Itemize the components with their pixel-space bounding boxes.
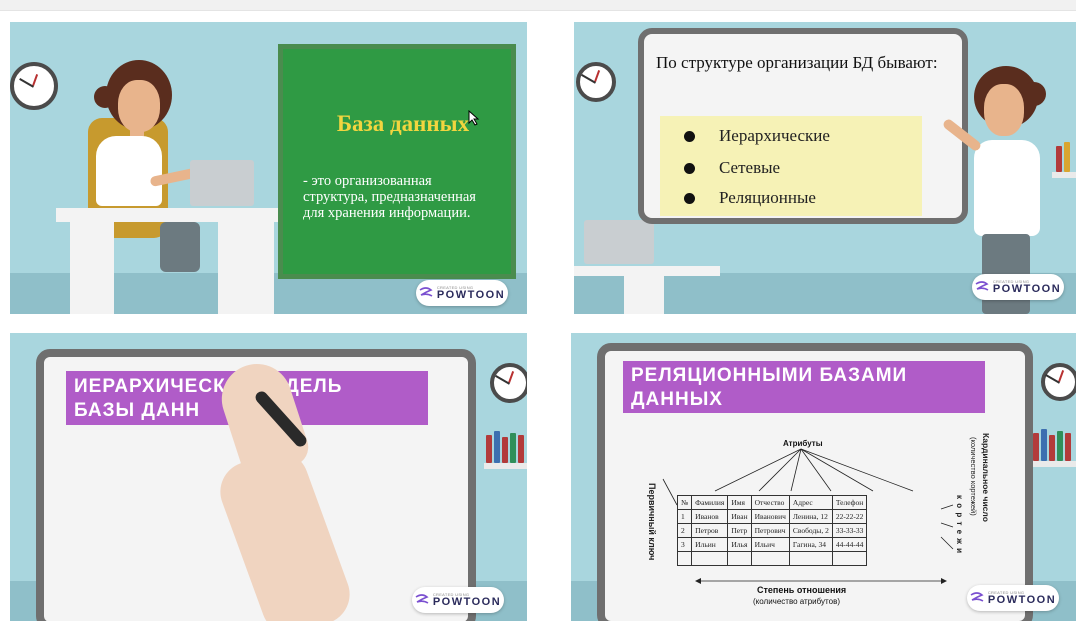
bullet-icon <box>684 192 695 204</box>
desk-leg-left <box>70 222 114 314</box>
badge-brand-text: POWTOON <box>436 288 506 301</box>
table-row: 2 Петров Петр Петрович Свободы, 2 33-33-33 <box>676 523 868 538</box>
whiteboard: РЕЛЯЦИОННЫМИ БАЗАМИ ДАННЫХ Атрибуты № Фа… <box>597 343 1033 621</box>
powtoon-badge[interactable]: CREATED USING POWTOON <box>412 587 504 613</box>
primary-key-label: Первичный ключ <box>647 483 657 561</box>
woman-hair-bun <box>1022 82 1046 106</box>
powtoon-badge[interactable]: CREATED USING POWTOON <box>967 585 1059 611</box>
woman-face <box>118 80 160 132</box>
powtoon-badge[interactable]: CREATED USING POWTOON <box>972 274 1064 300</box>
slide-3-thumbnail[interactable]: ИЕРАРХИЧЕСК ОДЕЛЬ БАЗЫ ДАНН CREATED USING… <box>10 333 527 621</box>
table-row: 1 Иванов Иван Иванович Ленина, 12 22-22-22 <box>676 509 868 524</box>
bookshelf <box>484 431 527 469</box>
powtoon-logo-icon <box>975 281 989 291</box>
woman-face <box>984 84 1024 136</box>
powtoon-logo-icon <box>419 287 433 297</box>
slide-1-thumbnail[interactable]: База данных - это организованная структу… <box>10 22 527 314</box>
badge-brand-text: POWTOON <box>432 595 502 608</box>
laptop <box>584 220 654 264</box>
desk-leg-right <box>218 222 274 314</box>
woman-legs <box>160 222 200 272</box>
slide-title: База данных <box>336 111 470 136</box>
tuples-label: к о р т е ж и <box>955 495 964 555</box>
slide-heading: По структуре организации БД бывают: <box>656 53 938 72</box>
degree-label: Степень отношения <box>757 585 847 595</box>
powtoon-badge[interactable]: CREATED USING POWTOON <box>416 280 508 306</box>
powtoon-logo-icon <box>970 592 984 602</box>
bookshelf <box>1031 429 1076 467</box>
powtoon-logo-icon <box>415 594 429 604</box>
bookshelf <box>1052 142 1076 178</box>
clock-icon <box>576 62 616 102</box>
slide-banner: РЕЛЯЦИОННЫМИ БАЗАМИ ДАННЫХ <box>623 361 985 413</box>
woman-shirt <box>974 140 1040 236</box>
clock-icon <box>10 62 58 110</box>
clock-icon <box>490 363 527 403</box>
woman-hair-bun <box>94 86 116 108</box>
woman-shirt <box>96 136 162 206</box>
relation-table: № Фамилия Имя Отчество Адрес Телефон 1 Иванов И… <box>676 495 868 566</box>
list-item: Реляционные <box>684 188 816 208</box>
laptop <box>190 160 254 206</box>
badge-brand-text: POWTOON <box>987 593 1057 606</box>
types-list-box: Иерархические Сетевые Реляционные <box>660 116 922 216</box>
table-header-row: № Фамилия Имя Отчество Адрес Телефон <box>676 495 868 510</box>
desk-top <box>56 208 300 222</box>
bullet-icon <box>684 130 695 142</box>
desk-leg <box>624 276 664 314</box>
mouse-cursor-icon <box>468 110 480 126</box>
desk-top <box>574 266 720 276</box>
table-row <box>676 551 868 566</box>
slide-4-thumbnail[interactable]: РЕЛЯЦИОННЫМИ БАЗАМИ ДАННЫХ Атрибуты № Фа… <box>571 333 1076 621</box>
cardinal-sub-label: (количество кортежей) <box>969 437 978 516</box>
degree-sub-label: (количество атрибутов) <box>753 597 840 606</box>
relational-diagram: Атрибуты № Фамилия Имя Отчество Адрес Те… <box>641 439 977 611</box>
definition-text: - это организованная структура, предназн… <box>303 173 476 221</box>
cardinal-label: Кардинальное число <box>981 433 991 522</box>
green-board: База данных - это организованная структу… <box>278 44 516 279</box>
whiteboard: По структуре организации БД бывают: Иера… <box>638 28 968 224</box>
list-item: Сетевые <box>684 158 780 178</box>
list-item: Иерархические <box>684 126 830 146</box>
badge-brand-text: POWTOON <box>992 282 1062 295</box>
slide-2-thumbnail[interactable]: По структуре организации БД бывают: Иера… <box>574 22 1076 314</box>
bullet-icon <box>684 162 695 174</box>
table-row: 3 Ильин Илья Ильич Гагина, 34 44-44-44 <box>676 537 868 552</box>
clock-icon <box>1041 363 1076 401</box>
top-bar <box>0 0 1076 11</box>
